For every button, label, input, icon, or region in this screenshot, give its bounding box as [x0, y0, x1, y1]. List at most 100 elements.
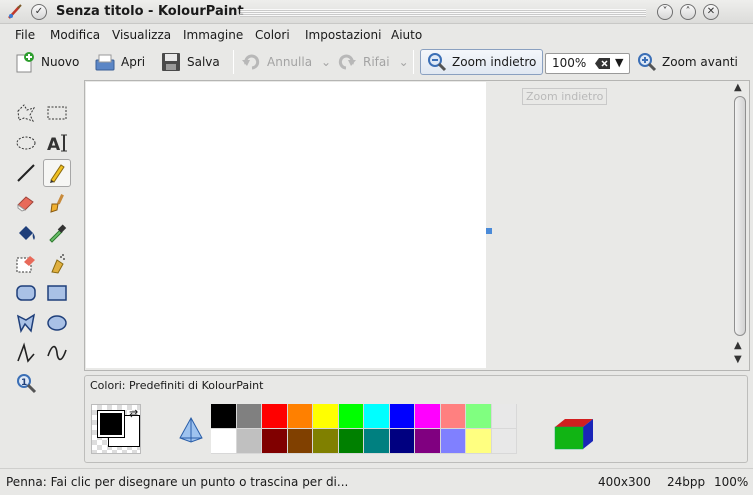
menu-bar: File Modifica Visualizza Immagine Colori…: [0, 25, 753, 45]
tool-elliptical-select[interactable]: [12, 129, 40, 157]
palette-color-swatch[interactable]: [364, 404, 390, 429]
zoom-level-value[interactable]: 100%: [552, 56, 586, 70]
menu-file[interactable]: File: [15, 28, 35, 42]
tool-connected-lines[interactable]: [12, 339, 40, 367]
kolourpaint-app-icon[interactable]: [6, 3, 24, 21]
canvas-resize-handle[interactable]: [486, 228, 492, 234]
tool-curve[interactable]: [43, 339, 71, 367]
tool-flood-fill[interactable]: [12, 219, 40, 247]
palette-color-swatch[interactable]: [466, 404, 492, 429]
window-menu-icon[interactable]: ✓: [31, 4, 47, 20]
palette-color-swatch[interactable]: [415, 429, 441, 454]
palette-color-swatch[interactable]: [491, 429, 517, 454]
foreground-color-swatch[interactable]: [97, 410, 125, 438]
palette-color-swatch[interactable]: [389, 404, 415, 429]
drawing-canvas[interactable]: [86, 82, 486, 368]
tool-polygon[interactable]: [12, 309, 40, 337]
palette-color-swatch[interactable]: [262, 429, 288, 454]
tool-ellipse[interactable]: [43, 309, 71, 337]
colors-panel-title: Colori: Predefiniti di KolourPaint: [90, 379, 264, 392]
palette-color-swatch[interactable]: [211, 429, 237, 454]
tool-line[interactable]: [12, 159, 40, 187]
tool-spraycan[interactable]: [43, 249, 71, 277]
palette-color-swatch[interactable]: [262, 404, 288, 429]
toolbar-separator: [413, 50, 414, 74]
title-bar: ✓ Senza titolo - KolourPaint ˅ ˄ ✕: [0, 0, 753, 24]
zoom-out-tooltip: Zoom indietro: [522, 88, 608, 105]
redo-icon: [338, 54, 356, 70]
minimize-icon[interactable]: ˅: [657, 4, 673, 20]
tool-zoom[interactable]: 1: [12, 369, 40, 397]
status-message: Penna: Fai clic per disegnare un punto o…: [6, 475, 349, 489]
free-form-select-icon: [17, 104, 36, 122]
tool-brush[interactable]: [43, 189, 71, 217]
color-picker-icon: [49, 224, 67, 243]
menu-aiuto[interactable]: Aiuto: [391, 28, 422, 42]
palette-color-swatch[interactable]: [287, 404, 313, 429]
scroll-down-icon[interactable]: ▼: [734, 354, 742, 365]
close-icon[interactable]: ✕: [703, 4, 719, 20]
palette-color-swatch[interactable]: [313, 429, 339, 454]
save-button-label: Salva: [187, 55, 220, 69]
zoom-in-button[interactable]: Zoom avanti: [637, 49, 738, 75]
toolbar-separator: [233, 50, 234, 74]
tool-free-form-select[interactable]: [12, 99, 40, 127]
palette-color-swatch[interactable]: [440, 429, 466, 454]
new-document-icon: [16, 52, 34, 73]
tool-eraser[interactable]: [12, 189, 40, 217]
clear-text-icon[interactable]: [595, 58, 610, 69]
zoom-in-icon: [638, 53, 657, 72]
palette-color-swatch[interactable]: [389, 429, 415, 454]
redo-dropdown-icon[interactable]: ⌄: [399, 55, 409, 69]
menu-visualizza[interactable]: Visualizza: [112, 28, 171, 42]
undo-dropdown-icon[interactable]: ⌄: [321, 55, 331, 69]
zoom-level-combo[interactable]: 100% ▼: [545, 53, 630, 74]
zoom-out-button[interactable]: Zoom indietro: [420, 49, 544, 75]
menu-colori[interactable]: Colori: [255, 28, 290, 42]
redo-button[interactable]: Rifai ⌄: [336, 49, 409, 75]
palette-color-swatch[interactable]: [440, 404, 466, 429]
tool-color-eraser[interactable]: [12, 249, 40, 277]
menu-immagine[interactable]: Immagine: [183, 28, 243, 42]
save-button[interactable]: Salva: [160, 49, 220, 75]
palette-color-swatch[interactable]: [415, 404, 441, 429]
tool-rounded-rectangle[interactable]: [12, 279, 40, 307]
curve-icon: [47, 345, 67, 361]
palette-color-swatch[interactable]: [211, 404, 237, 429]
chevron-down-icon[interactable]: ▼: [615, 56, 623, 69]
palette-color-swatch[interactable]: [236, 404, 262, 429]
palette-color-swatch[interactable]: [338, 404, 364, 429]
foreground-background-selector[interactable]: ⇄: [91, 404, 141, 454]
tool-rectangle[interactable]: [43, 279, 71, 307]
tool-rectangular-select[interactable]: [43, 99, 71, 127]
palette-color-swatch[interactable]: [313, 404, 339, 429]
palette-color-swatch[interactable]: [491, 404, 517, 429]
scroll-up-icon[interactable]: ▲: [734, 82, 742, 93]
scrollbar-thumb[interactable]: [734, 96, 746, 336]
scroll-up-icon[interactable]: ▲: [734, 340, 742, 351]
swap-colors-icon[interactable]: ⇄: [129, 407, 138, 420]
palette-color-swatch[interactable]: [236, 429, 262, 454]
open-button[interactable]: Apri: [94, 49, 145, 75]
palette-color-swatch[interactable]: [364, 429, 390, 454]
new-button[interactable]: Nuovo: [14, 49, 79, 75]
vertical-scrollbar[interactable]: ▲ ▲ ▼: [732, 82, 748, 368]
palette-color-swatch[interactable]: [466, 429, 492, 454]
transparent-color-icon[interactable]: [177, 416, 205, 444]
menu-modifica[interactable]: Modifica: [50, 28, 100, 42]
tool-pen[interactable]: [43, 159, 71, 187]
menu-impostazioni[interactable]: Impostazioni: [305, 28, 381, 42]
window-title: Senza titolo - KolourPaint: [56, 4, 244, 19]
color-cube-icon[interactable]: [553, 411, 595, 453]
maximize-icon[interactable]: ˄: [680, 4, 696, 20]
zoom-out-button-label: Zoom indietro: [452, 55, 537, 69]
palette-color-swatch[interactable]: [338, 429, 364, 454]
main-toolbar: Nuovo Apri Salva Annulla ⌄ Rifai ⌄ Zoom …: [0, 46, 753, 78]
tool-text[interactable]: A: [43, 129, 71, 157]
undo-button[interactable]: Annulla ⌄: [240, 49, 331, 75]
ellipse-icon: [47, 315, 67, 331]
zoom-out-icon: [428, 53, 447, 72]
tool-color-picker[interactable]: [43, 219, 71, 247]
connected-lines-icon: [17, 342, 35, 363]
palette-color-swatch[interactable]: [287, 429, 313, 454]
